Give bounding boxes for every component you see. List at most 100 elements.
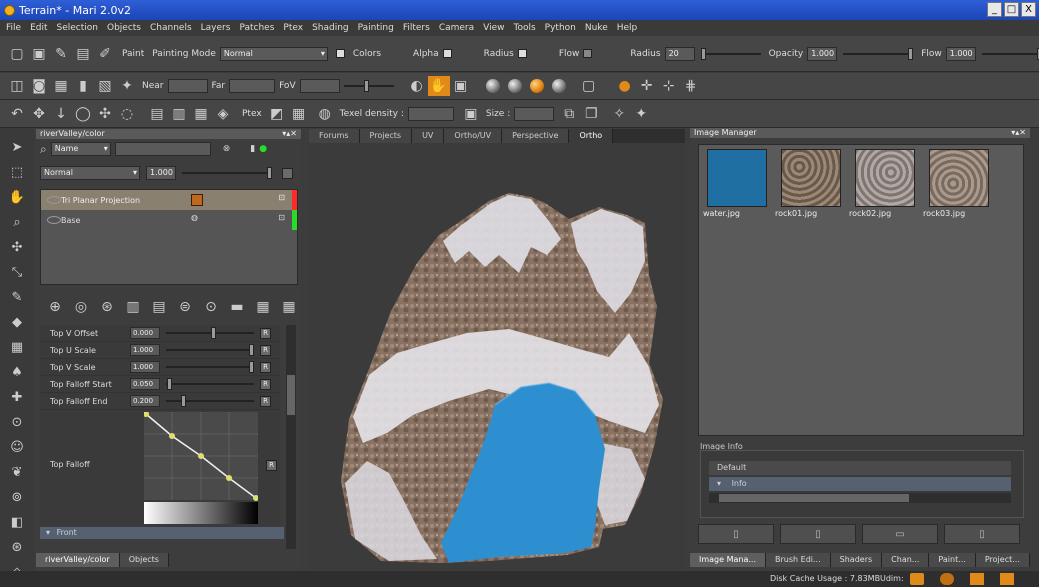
- minimize-button[interactable]: _: [987, 2, 1002, 17]
- close-button[interactable]: X: [1021, 2, 1036, 17]
- panel-close-icon[interactable]: ▾▴✕: [1011, 128, 1026, 138]
- feather-tool-icon[interactable]: ❦: [6, 462, 28, 483]
- undo-icon[interactable]: ↶: [6, 104, 28, 124]
- tab-objects[interactable]: Objects: [119, 553, 169, 567]
- menu-patches[interactable]: Patches: [239, 23, 274, 33]
- tab-painting[interactable]: Paint...: [929, 553, 976, 567]
- current-channel-sphere-icon[interactable]: [529, 79, 544, 93]
- falloff-curve-editor[interactable]: [144, 412, 258, 524]
- pan-icon[interactable]: ✣: [6, 237, 28, 258]
- scrollbar-thumb[interactable]: [719, 494, 909, 502]
- default-section[interactable]: Default: [709, 461, 1011, 475]
- clear-filter-icon[interactable]: ⊗: [223, 144, 231, 154]
- radius-slider[interactable]: [700, 47, 761, 60]
- menu-objects[interactable]: Objects: [107, 23, 141, 33]
- far-field[interactable]: [229, 79, 276, 93]
- flow-slider[interactable]: [981, 47, 1039, 60]
- menu-layers[interactable]: Layers: [201, 23, 231, 33]
- delete-image-button[interactable]: ▯: [944, 524, 1020, 544]
- grid-icon[interactable]: ▦: [50, 76, 72, 96]
- scrollbar-thumb[interactable]: [287, 375, 295, 415]
- layer-row-base[interactable]: Base ◍ ⊡: [41, 210, 297, 230]
- properties-scrollbar[interactable]: [286, 325, 296, 549]
- flow-field[interactable]: 1.000: [945, 46, 976, 61]
- tab-projects[interactable]: Project...: [975, 553, 1030, 567]
- patch-grid-icon[interactable]: ▥: [168, 104, 190, 124]
- paint-through-icon[interactable]: ●: [614, 76, 636, 96]
- menu-nuke[interactable]: Nuke: [585, 23, 608, 33]
- zoom-icon[interactable]: ⌕: [6, 212, 28, 233]
- patch-icon[interactable]: ▤: [146, 104, 168, 124]
- add-mask-icon[interactable]: ▤: [148, 297, 170, 317]
- filter-toggle-icon[interactable]: ▮: [250, 144, 255, 154]
- prop-reset-button[interactable]: R: [260, 395, 271, 407]
- tab-brush-editor[interactable]: Brush Edi...: [766, 553, 831, 567]
- image-thumb-rock02[interactable]: [855, 149, 915, 207]
- menu-channels[interactable]: Channels: [150, 23, 192, 33]
- opacity-slider[interactable]: [843, 47, 914, 60]
- open-image-button[interactable]: ▯: [698, 524, 774, 544]
- magic-deselect-icon[interactable]: ✦: [630, 104, 652, 124]
- near-field[interactable]: [167, 79, 208, 93]
- menu-ptex[interactable]: Ptex: [283, 23, 303, 33]
- prop-slider[interactable]: [166, 378, 254, 390]
- status-target-icon[interactable]: [940, 573, 954, 585]
- menu-camera[interactable]: Camera: [439, 23, 474, 33]
- bookmark-icon[interactable]: ▮: [72, 76, 94, 96]
- viewport[interactable]: Forums Projects UV Ortho/UV Perspective …: [309, 129, 685, 570]
- filter-type-select[interactable]: Name ▾: [50, 142, 111, 156]
- prop-slider-handle[interactable]: [249, 344, 255, 356]
- tab-perspective[interactable]: Perspective: [502, 129, 570, 143]
- smear-tool-icon[interactable]: ♠: [6, 362, 28, 383]
- prop-slider[interactable]: [166, 395, 254, 407]
- add-adjustment-icon[interactable]: ⊛: [96, 297, 118, 317]
- add-layer-icon[interactable]: ⊕: [44, 297, 66, 317]
- prop-reset-button[interactable]: R: [260, 361, 271, 373]
- clone-tool-icon[interactable]: ⊙: [6, 412, 28, 433]
- light-icon[interactable]: ✦: [116, 76, 138, 96]
- menu-filters[interactable]: Filters: [403, 23, 430, 33]
- alpha-checkbox[interactable]: [442, 49, 452, 58]
- layer-opacity-slider[interactable]: [182, 167, 272, 179]
- status-export-icon[interactable]: [1000, 573, 1014, 585]
- ortho-icon[interactable]: ▣: [450, 76, 472, 96]
- gradient-tool-icon[interactable]: ◧: [6, 512, 28, 533]
- select-circle-icon[interactable]: ◌: [116, 104, 138, 124]
- layer-opacity-toggle[interactable]: [282, 167, 293, 179]
- flat-sphere-icon[interactable]: [507, 79, 522, 93]
- opacity-field[interactable]: 1.000: [807, 46, 838, 61]
- select-region-icon[interactable]: ⬚: [6, 162, 28, 183]
- paint-bucket-icon[interactable]: ◈: [212, 104, 234, 124]
- curve-point[interactable]: [169, 433, 175, 439]
- tab-forums[interactable]: Forums: [309, 129, 360, 143]
- tab-projects[interactable]: Projects: [359, 129, 413, 143]
- magic-select-icon[interactable]: ✧: [608, 104, 630, 124]
- menu-file[interactable]: File: [6, 23, 21, 33]
- menu-selection[interactable]: Selection: [57, 23, 98, 33]
- panel-close-icon[interactable]: ▾▴✕: [282, 129, 297, 139]
- camera-icon[interactable]: ◙: [28, 76, 50, 96]
- prop-slider-handle[interactable]: [180, 395, 186, 407]
- fov-field[interactable]: [299, 79, 340, 93]
- prop-slider-handle[interactable]: [211, 327, 217, 339]
- visibility-eye-icon[interactable]: [47, 196, 61, 204]
- prop-slider-handle[interactable]: [167, 378, 173, 390]
- align-icon[interactable]: ⋕: [680, 76, 702, 96]
- lock-icon[interactable]: ⊡: [278, 213, 285, 222]
- prop-slider[interactable]: [166, 361, 255, 373]
- info-section[interactable]: ▾ Info: [709, 477, 1011, 491]
- lock-icon[interactable]: ⊡: [278, 193, 285, 202]
- layer-opacity-handle[interactable]: [267, 167, 272, 179]
- image-thumb-rock03[interactable]: [929, 149, 989, 207]
- prop-slider-handle[interactable]: [249, 361, 255, 373]
- prop-reset-button[interactable]: R: [260, 327, 271, 339]
- new-project-icon[interactable]: ▢: [6, 44, 28, 64]
- menu-tools[interactable]: Tools: [514, 23, 536, 33]
- info-scrollbar[interactable]: [709, 493, 1011, 503]
- save-image-button[interactable]: ▯: [780, 524, 856, 544]
- cube-icon[interactable]: ◫: [6, 76, 28, 96]
- status-bake-icon[interactable]: [970, 573, 984, 585]
- move-icon[interactable]: ✥: [28, 104, 50, 124]
- tab-channels[interactable]: Chan...: [882, 553, 930, 567]
- layer-opacity-field[interactable]: 1.000: [146, 166, 176, 180]
